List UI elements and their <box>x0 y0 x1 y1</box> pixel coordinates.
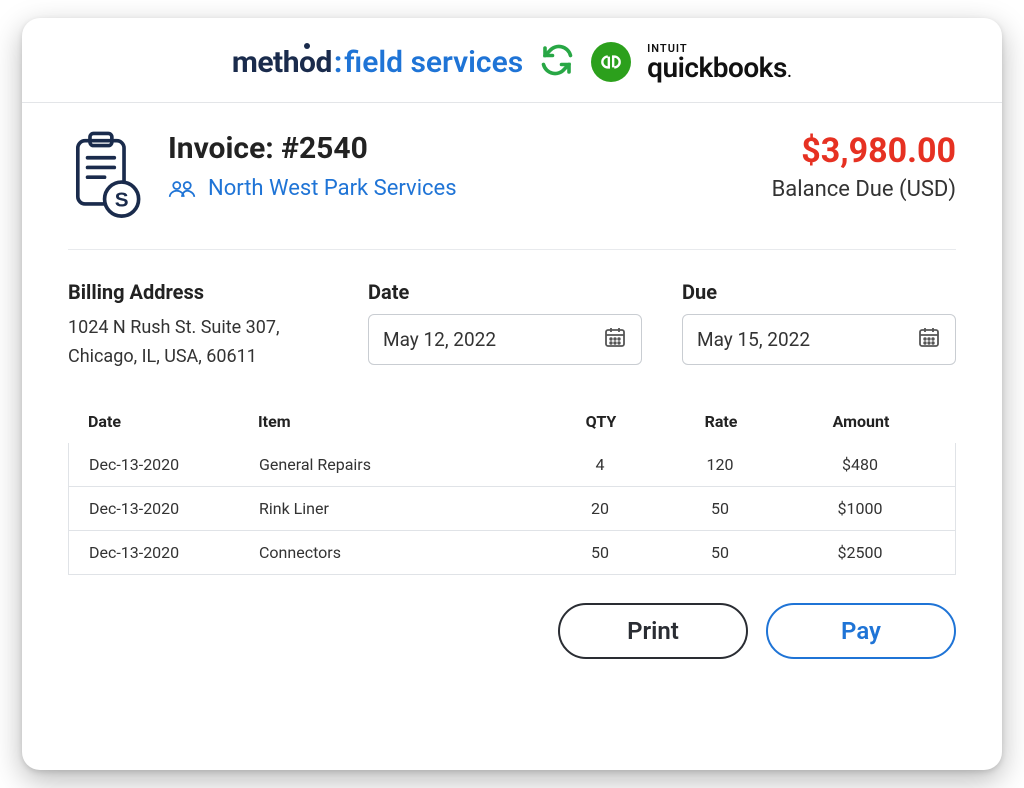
billing-line1: 1024 N Rush St. Suite 307, <box>68 314 328 343</box>
print-button[interactable]: Print <box>558 603 748 659</box>
qb-period: . <box>787 58 792 82</box>
th-rate: Rate <box>656 412 786 431</box>
cell-qty: 50 <box>545 543 655 562</box>
due-block: Due May 15, 2022 <box>682 280 956 365</box>
quickbooks-badge-icon <box>591 42 631 82</box>
line-items-table: Date Item QTY Rate Amount Dec-13-2020 Ge… <box>68 400 956 575</box>
customer-link[interactable]: North West Park Services <box>168 176 457 201</box>
cell-item: Rink Liner <box>259 499 545 518</box>
balance-block: $3,980.00 Balance Due (USD) <box>772 131 956 202</box>
cell-qty: 20 <box>545 499 655 518</box>
method-logo: meth o d : field services <box>232 45 523 80</box>
content: S Invoice: #2540 North West Park Service… <box>22 103 1002 770</box>
sync-icon <box>539 42 575 82</box>
people-icon <box>168 178 196 200</box>
cell-rate: 50 <box>655 543 785 562</box>
calendar-icon <box>917 325 941 354</box>
table-row: Dec-13-2020 Rink Liner 20 50 $1000 <box>68 487 956 531</box>
cell-amount: $1000 <box>785 499 935 518</box>
due-input[interactable]: May 15, 2022 <box>682 314 956 365</box>
date-input[interactable]: May 12, 2022 <box>368 314 642 365</box>
cell-qty: 4 <box>545 455 655 474</box>
th-item: Item <box>258 412 546 431</box>
cell-rate: 50 <box>655 499 785 518</box>
quickbooks-text: INTUIT quickbooks. <box>647 43 792 82</box>
billing-label: Billing Address <box>68 280 328 304</box>
invoice-header: S Invoice: #2540 North West Park Service… <box>68 131 956 250</box>
method-prefix: meth <box>232 45 299 80</box>
method-suffix: d <box>315 45 331 80</box>
th-amount: Amount <box>786 412 936 431</box>
billing-address-block: Billing Address 1024 N Rush St. Suite 30… <box>68 280 328 372</box>
calendar-icon <box>603 325 627 354</box>
table-row: Dec-13-2020 Connectors 50 50 $2500 <box>68 531 956 575</box>
quickbooks-word: quickbooks <box>647 51 787 84</box>
cell-date: Dec-13-2020 <box>89 455 259 474</box>
cell-date: Dec-13-2020 <box>89 543 259 562</box>
invoice-card: meth o d : field services INTUIT quickbo… <box>22 18 1002 770</box>
due-label: Due <box>682 280 956 304</box>
method-o: o <box>299 45 315 80</box>
field-services-text: field services <box>344 45 523 80</box>
header-logos: meth o d : field services INTUIT quickbo… <box>22 18 1002 103</box>
due-value: May 15, 2022 <box>697 328 810 351</box>
balance-label: Balance Due (USD) <box>772 177 956 202</box>
meta-row: Billing Address 1024 N Rush St. Suite 30… <box>68 280 956 372</box>
date-value: May 12, 2022 <box>383 328 496 351</box>
date-label: Date <box>368 280 642 304</box>
cell-item: Connectors <box>259 543 545 562</box>
dot-icon <box>304 43 310 49</box>
th-date: Date <box>88 412 258 431</box>
cell-amount: $2500 <box>785 543 935 562</box>
cell-item: General Repairs <box>259 455 545 474</box>
actions: Print Pay <box>68 603 956 659</box>
colon: : <box>334 45 342 80</box>
cell-date: Dec-13-2020 <box>89 499 259 518</box>
invoice-clipboard-icon: S <box>68 131 146 225</box>
pay-button[interactable]: Pay <box>766 603 956 659</box>
svg-text:S: S <box>115 188 129 211</box>
balance-amount: $3,980.00 <box>772 131 956 171</box>
customer-name: North West Park Services <box>208 176 457 201</box>
table-header: Date Item QTY Rate Amount <box>68 400 956 443</box>
th-qty: QTY <box>546 412 656 431</box>
invoice-title: Invoice: #2540 <box>168 131 457 166</box>
cell-rate: 120 <box>655 455 785 474</box>
table-row: Dec-13-2020 General Repairs 4 120 $480 <box>68 443 956 487</box>
billing-line2: Chicago, IL, USA, 60611 <box>68 343 328 372</box>
cell-amount: $480 <box>785 455 935 474</box>
date-block: Date May 12, 2022 <box>368 280 642 365</box>
